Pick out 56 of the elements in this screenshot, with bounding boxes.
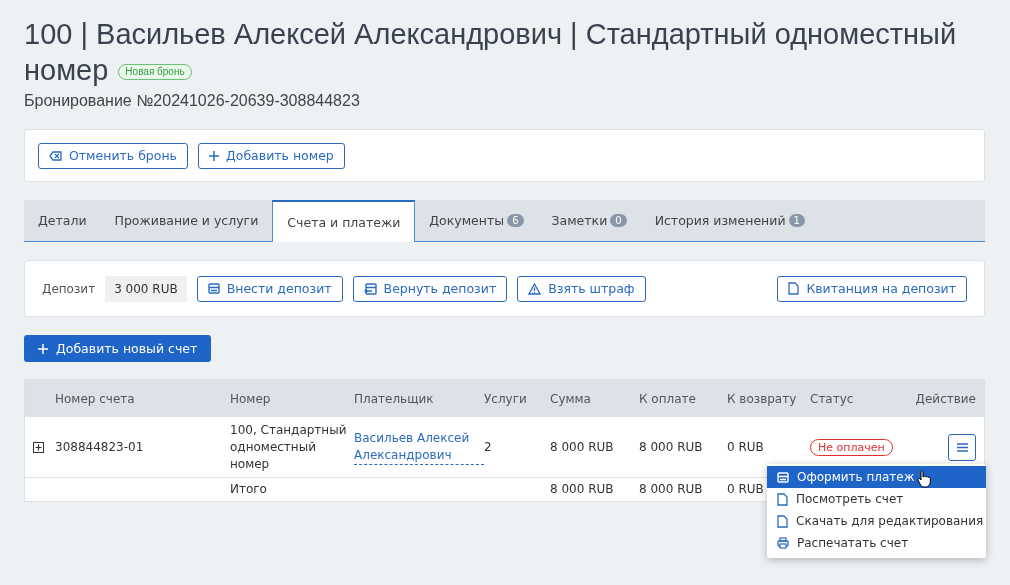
table-cell-text: 2 [484, 438, 493, 456]
warning-icon [528, 282, 542, 295]
add-invoice-button[interactable]: Добавить новый счет [24, 335, 212, 362]
table-cell-text: 8 000 RUB [639, 438, 704, 456]
booking-number: Бронирование №20241026-20639-308844823 [24, 92, 361, 110]
deposit-button[interactable]: Вернуть депозит [352, 275, 508, 302]
column-header: Номер [230, 391, 272, 406]
table-cell-text: 0 RUB [727, 481, 765, 498]
menu-item[interactable]: Распечатать счет [767, 532, 986, 554]
plus-icon [38, 343, 48, 354]
menu-item[interactable]: Скачать для редактирования [767, 510, 986, 532]
menu-item[interactable]: Оформить платеж [767, 466, 986, 488]
table-cell-text: 8 000 RUB [639, 481, 704, 498]
column-header: Статус [810, 391, 855, 406]
tab[interactable]: Заметки 0 [537, 200, 641, 241]
column-header: К оплате [639, 391, 697, 406]
deposit-button[interactable]: Взять штраф [517, 275, 646, 302]
document-icon [777, 514, 788, 528]
tab[interactable]: Счета и платежи [272, 200, 416, 242]
plus-icon [209, 150, 219, 161]
deposit-label: Депозит [42, 281, 96, 296]
tab[interactable]: Документы 6 [415, 200, 538, 241]
card-icon [777, 471, 789, 483]
column-header: К возврату [727, 391, 798, 406]
table-cell-text: 0 RUB [727, 438, 765, 456]
column-header: Действие [914, 391, 977, 406]
deposit-amount: 3 000 RUB [105, 275, 187, 302]
payer-link[interactable]: Васильев Алексей Александрович [354, 429, 484, 465]
table-cell-text: 8 000 RUB [550, 438, 615, 456]
toolbar-button[interactable]: Добавить номер [198, 142, 345, 169]
card-icon [207, 283, 220, 294]
backspace-icon [49, 150, 62, 161]
tab[interactable]: Детали [24, 200, 101, 241]
table-cell-text: 8 000 RUB [550, 481, 615, 498]
tab[interactable]: История изменений 1 [640, 200, 819, 241]
tab[interactable]: Проживание и услуги [100, 200, 273, 241]
table-cell-text: Итого [230, 481, 268, 498]
column-header: Услуги [484, 391, 528, 406]
menu-button[interactable] [948, 433, 976, 461]
hand-cursor-icon [917, 470, 931, 488]
printer-icon [777, 537, 789, 549]
expand-icon[interactable] [33, 441, 44, 453]
column-header: Сумма [550, 391, 592, 406]
column-header: Номер счета [54, 391, 136, 406]
toolbar-button[interactable]: Отменить бронь [38, 142, 188, 169]
page-title: 100 | Васильев Алексей Александрович | Стандартный одноместный номер Новая бронь [24, 17, 958, 88]
deposit-button[interactable]: Внести депозит [196, 275, 343, 302]
receipt-button[interactable]: Квитанция на депозит [777, 275, 967, 302]
document-icon [788, 282, 800, 295]
table-cell-text: 100, Стандартный одноместный номер [230, 421, 348, 473]
menu-icon [956, 442, 968, 452]
status-badge: Новая бронь [118, 64, 192, 80]
document-icon [777, 492, 788, 506]
table-cell: 308844823-01 [55, 438, 144, 456]
column-header: Плательщик [354, 391, 435, 406]
menu-item[interactable]: Посмотреть счет [767, 488, 986, 510]
